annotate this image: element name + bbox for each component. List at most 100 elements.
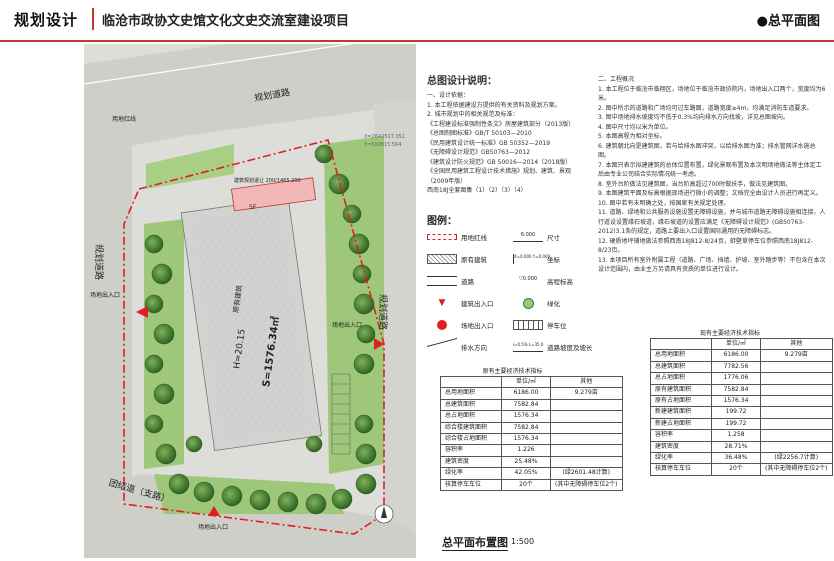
legend-label: 排水方向: [461, 344, 487, 352]
table-row: 核算停车车位 20个 (其中无障碍停车位2个): [650, 463, 833, 476]
entry-right-label: 场地出入口: [332, 322, 363, 329]
notes-line: 《总图制图标准》GB/T 50103—2010: [427, 130, 532, 137]
notes-line: 《无障碍设计规范》GB50763—2012: [427, 149, 531, 156]
legend-item: ▼ 建筑出入口: [427, 298, 494, 308]
table-cell: 容积率: [650, 429, 712, 442]
table-row: 建筑密度 28.71%: [650, 440, 833, 454]
notes-line: 2. 图中所示的道路和广场均可过车路面，道路宽度≥4m，均满足消防车道要求。: [598, 104, 813, 112]
table-cell: (其中无障碍停车位2个): [760, 463, 833, 476]
notes-line: 西南18J全套图集（1）（2）（3）（4）: [427, 187, 527, 194]
floor-tag: 5F: [249, 204, 257, 211]
table-cell: (绿2601.48计算): [550, 467, 623, 480]
table-cell: 建筑密度: [440, 455, 502, 469]
notes-line: 5. 本图高程为相对坐标。: [598, 133, 666, 140]
table-cell: [550, 421, 623, 435]
table-cell: [760, 406, 833, 419]
site-plan[interactable]: 规划道路 规划道路 规划道路 团结道（支路） 用地红线 场地出入口 场地出入口 …: [84, 44, 416, 558]
legend-label: 原有建筑: [461, 256, 487, 264]
table-cell: 6186.00: [501, 387, 551, 400]
table-cell: 7582.84: [711, 383, 761, 397]
notes-line: 1. 本工程位于临沧市临翔区，场地位于临沧市政协院内，场地出入口两个，宽度均为6…: [598, 85, 826, 103]
notes-line: 13. 本项目所有室外附属工程（道路、广场、挡墙、护坡、室外踏步等）不包含在本次…: [598, 256, 826, 274]
table-cell: 7582.84: [501, 398, 551, 412]
legend-item: 原有建筑: [427, 254, 487, 264]
sheet-title: ●总平面图: [756, 14, 820, 29]
legend-label: 用地红线: [461, 234, 487, 242]
site-entry-icon: [427, 320, 457, 330]
legend-label: 道路坡度及坡长: [547, 344, 593, 352]
legend-item: 绿化: [513, 298, 560, 309]
notes-title: 总图设计说明：: [427, 76, 497, 87]
legend-item: 停车位: [513, 320, 567, 330]
table-cell: 综合楼建筑面积: [440, 421, 502, 435]
road-swatch: [427, 276, 457, 286]
notes-line: 11. 道路、绿地和公共服务设施设置无障碍设施，并与城市道路无障碍设施相连接，人…: [598, 209, 826, 235]
legend-item: 道路: [427, 276, 474, 286]
land-use-label: 用地红线: [112, 116, 137, 123]
table-left-title: 原有主要经济技术指标: [482, 368, 543, 375]
coord-label-b: Y=500815.564: [364, 142, 402, 148]
table-cell: [550, 398, 623, 412]
table-cell: 建筑密度: [650, 440, 712, 454]
table-row: 原有建筑面积 7582.84: [650, 383, 833, 397]
table-cell: (其中无障碍停车位2个): [550, 478, 623, 492]
table-row: 绿化率 36.48% (绿2256.7计算): [650, 452, 833, 465]
table-row: 建筑密度 25.48%: [440, 455, 623, 469]
boundary-swatch: [427, 234, 457, 240]
notes-line: 8. 室外台阶做法见建筑图，当台阶高超过700时做扶手，做法见建筑图。: [598, 180, 792, 188]
table-cell: [760, 440, 833, 454]
notes-line: 4. 图中尺寸均以米为单位。: [598, 123, 672, 131]
table-row: 综合楼建筑面积 7582.84: [440, 421, 623, 435]
table-cell: [550, 444, 623, 457]
legend-label: 道路: [461, 278, 474, 286]
road-right-label: 规划道路: [377, 294, 387, 331]
legend-label: 高程标高: [547, 278, 573, 286]
legend-item: 6.000 尺寸: [513, 232, 560, 242]
table-cell: 总用地面积: [650, 349, 712, 362]
table-cell: [440, 375, 502, 389]
entry-left-label: 场地出入口: [90, 292, 121, 299]
table-cell: 综合楼占地面积: [440, 433, 502, 446]
table-row: 综合楼占地面积 1576.34: [440, 433, 623, 446]
notes-line: 6. 建筑朝北向是建筑图，若与给排水图冲突，以给排水图为准；排水管网详水施总图。: [598, 142, 816, 160]
green-swatch: [513, 298, 543, 309]
table-row: 总用地面积 6186.00 9.279亩: [440, 387, 623, 400]
table-cell: 6186.00: [711, 349, 761, 362]
table-header-row: 单位/㎡ 其他: [440, 375, 623, 389]
plan-title: 总平面布置图: [442, 536, 508, 551]
project-title: 临沧市政协文史馆文化文史交流室建设项目: [102, 14, 350, 29]
table-cell: [760, 417, 833, 431]
legend-item: 场地出入口: [427, 320, 494, 330]
table-cell: 原有占地面积: [650, 395, 712, 408]
table-cell: 核算停车车位: [650, 463, 712, 476]
plan-scale: 1:500: [511, 537, 535, 546]
table-row: 原有占地面积 1576.34: [650, 395, 833, 408]
table-cell: 28.71%: [711, 440, 761, 454]
notes-line: 二、工程概况: [598, 76, 635, 83]
notes-line: 一、设计依据：: [427, 92, 470, 99]
table-row: 绿化率 42.05% (绿2601.48计算): [440, 467, 623, 480]
notes-line: 《建筑设计防火规范》GB 50016—2014（2018版）: [427, 158, 572, 166]
notes-line: 2. 城市规划中的相关规范及标准：: [427, 111, 519, 118]
table-cell: 20个: [501, 478, 551, 492]
table-cell: [650, 337, 712, 351]
left-road: [84, 144, 132, 514]
table-cell: 1.258: [711, 429, 761, 442]
table-cell: 容积率: [440, 444, 502, 457]
notes-line: 12. 硬质地坪铺地做法参照西南18J812-8/24页，蚌壁草停车位参照西南1…: [598, 237, 813, 255]
table-cell: 199.72: [711, 417, 761, 431]
legend-item: 用地红线: [427, 232, 487, 242]
table-cell: 总占地面积: [650, 372, 712, 385]
table-cell: [760, 360, 833, 374]
table-cell: (绿2256.7计算): [760, 452, 833, 465]
legend-item: 排水方向: [427, 337, 487, 357]
title-divider: [92, 8, 94, 30]
table-right-title: 现有主要经济技术指标: [699, 330, 760, 337]
table-row: 总占地面积 1776.06: [650, 372, 833, 385]
table-cell: 1576.34: [501, 433, 551, 446]
design-notes-right: 二、工程概况 1. 本工程位于临沧市临翔区，场地位于临沧市政协院内，场地出入口两…: [598, 75, 826, 275]
table-cell: 总建筑面积: [650, 360, 712, 374]
table-cell: [760, 372, 833, 385]
building-entry-icon: ▼: [438, 298, 446, 308]
road-left-label: 规划道路: [93, 244, 103, 281]
